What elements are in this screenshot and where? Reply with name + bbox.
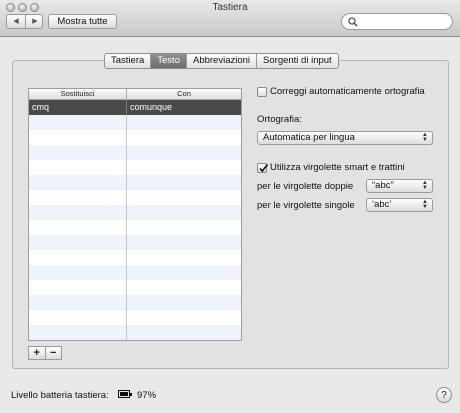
column-header-with[interactable]: Con xyxy=(127,89,241,99)
empty-cell xyxy=(29,160,127,175)
empty-cell xyxy=(127,325,241,340)
battery-icon xyxy=(118,390,132,398)
tab-keyboard[interactable]: Tastiera xyxy=(105,54,152,68)
empty-table-row xyxy=(29,295,241,310)
column-header-replace[interactable]: Sostituisci xyxy=(29,89,127,99)
back-icon: ◀ xyxy=(13,18,19,25)
smart-quotes-label: Utilizza virgolette smart e trattini xyxy=(270,162,405,173)
empty-table-row xyxy=(29,310,241,325)
empty-table-row xyxy=(29,235,241,250)
empty-cell xyxy=(29,310,127,325)
empty-table-row xyxy=(29,175,241,190)
search-field[interactable] xyxy=(341,13,453,30)
empty-cell xyxy=(29,115,127,130)
add-button[interactable]: + xyxy=(29,347,45,359)
replace-cell[interactable]: cmq xyxy=(29,100,127,115)
window-title: Tastiera xyxy=(212,2,248,13)
empty-cell xyxy=(127,265,241,280)
spelling-label: Ortografia: xyxy=(257,114,302,125)
empty-cell xyxy=(29,205,127,220)
empty-cell xyxy=(127,160,241,175)
empty-table-row xyxy=(29,160,241,175)
remove-button[interactable]: − xyxy=(45,347,61,359)
empty-table-row xyxy=(29,130,241,145)
empty-cell xyxy=(127,115,241,130)
empty-cell xyxy=(29,130,127,145)
double-quotes-label: per le virgolette doppie xyxy=(257,181,354,192)
double-quotes-value: “abc” xyxy=(372,180,394,191)
battery-percent: 97% xyxy=(137,390,157,401)
empty-cell xyxy=(29,325,127,340)
add-remove-control: + − xyxy=(28,346,62,360)
auto-correct-spelling-label: Correggi automaticamente ortografia xyxy=(270,86,425,97)
title-bar: Tastiera ◀ ▶ Mostra tutte xyxy=(0,0,460,37)
empty-table-row xyxy=(29,190,241,205)
table-row[interactable]: cmq comunque xyxy=(29,100,241,115)
with-cell[interactable]: comunque xyxy=(127,100,241,115)
empty-cell xyxy=(29,175,127,190)
back-button[interactable]: ◀ xyxy=(7,15,25,28)
empty-cell xyxy=(29,235,127,250)
forward-button[interactable]: ▶ xyxy=(26,15,44,28)
empty-table-row xyxy=(29,265,241,280)
empty-table-row xyxy=(29,250,241,265)
auto-correct-spelling-checkbox[interactable] xyxy=(257,87,267,97)
empty-cell xyxy=(29,250,127,265)
empty-cell xyxy=(29,295,127,310)
table-rows: cmq comunque xyxy=(29,100,241,340)
tab-input-sources[interactable]: Sorgenti di input xyxy=(257,54,338,68)
empty-cell xyxy=(29,145,127,160)
empty-cell xyxy=(127,280,241,295)
double-quotes-popup[interactable]: “abc” ▲ ▼ xyxy=(366,179,433,193)
empty-cell xyxy=(127,205,241,220)
popup-arrows-icon: ▲ ▼ xyxy=(422,199,428,210)
show-all-button[interactable]: Mostra tutte xyxy=(48,14,117,29)
table-header: Sostituisci Con xyxy=(29,89,241,100)
text-replacement-table[interactable]: Sostituisci Con cmq comunque xyxy=(28,88,242,341)
empty-table-row xyxy=(29,205,241,220)
popup-arrows-icon: ▲ ▼ xyxy=(422,132,428,143)
empty-table-row xyxy=(29,145,241,160)
single-quotes-value: ‘abc’ xyxy=(372,199,392,210)
battery-level-label: Livello batteria tastiera: xyxy=(11,390,109,401)
empty-cell xyxy=(29,220,127,235)
search-icon xyxy=(348,17,358,27)
back-forward-control: ◀ ▶ xyxy=(6,14,43,29)
popup-arrows-icon: ▲ ▼ xyxy=(422,180,428,191)
battery-fill xyxy=(120,392,128,396)
tab-shortcuts[interactable]: Abbreviazioni xyxy=(186,54,258,68)
empty-cell xyxy=(29,190,127,205)
empty-cell xyxy=(127,175,241,190)
empty-table-row xyxy=(29,325,241,340)
spelling-value: Automatica per lingua xyxy=(263,132,355,143)
empty-cell xyxy=(127,130,241,145)
empty-table-row xyxy=(29,115,241,130)
forward-icon: ▶ xyxy=(32,18,38,25)
tab-bar: Tastiera Testo Abbreviazioni Sorgenti di… xyxy=(104,53,339,69)
empty-cell xyxy=(127,220,241,235)
empty-cell xyxy=(127,295,241,310)
empty-cell xyxy=(127,235,241,250)
tab-text[interactable]: Testo xyxy=(151,54,187,68)
checkmark-icon xyxy=(259,164,269,173)
empty-cell xyxy=(127,250,241,265)
empty-table-row xyxy=(29,220,241,235)
empty-cell xyxy=(127,310,241,325)
single-quotes-label: per le virgolette singole xyxy=(257,200,355,211)
empty-cell xyxy=(29,265,127,280)
help-button[interactable]: ? xyxy=(436,387,452,403)
smart-quotes-checkbox[interactable] xyxy=(257,163,269,173)
empty-cell xyxy=(127,190,241,205)
empty-cell xyxy=(29,280,127,295)
empty-cell xyxy=(127,145,241,160)
empty-table-row xyxy=(29,280,241,295)
spelling-popup[interactable]: Automatica per lingua ▲ ▼ xyxy=(257,131,433,145)
single-quotes-popup[interactable]: ‘abc’ ▲ ▼ xyxy=(366,198,433,212)
